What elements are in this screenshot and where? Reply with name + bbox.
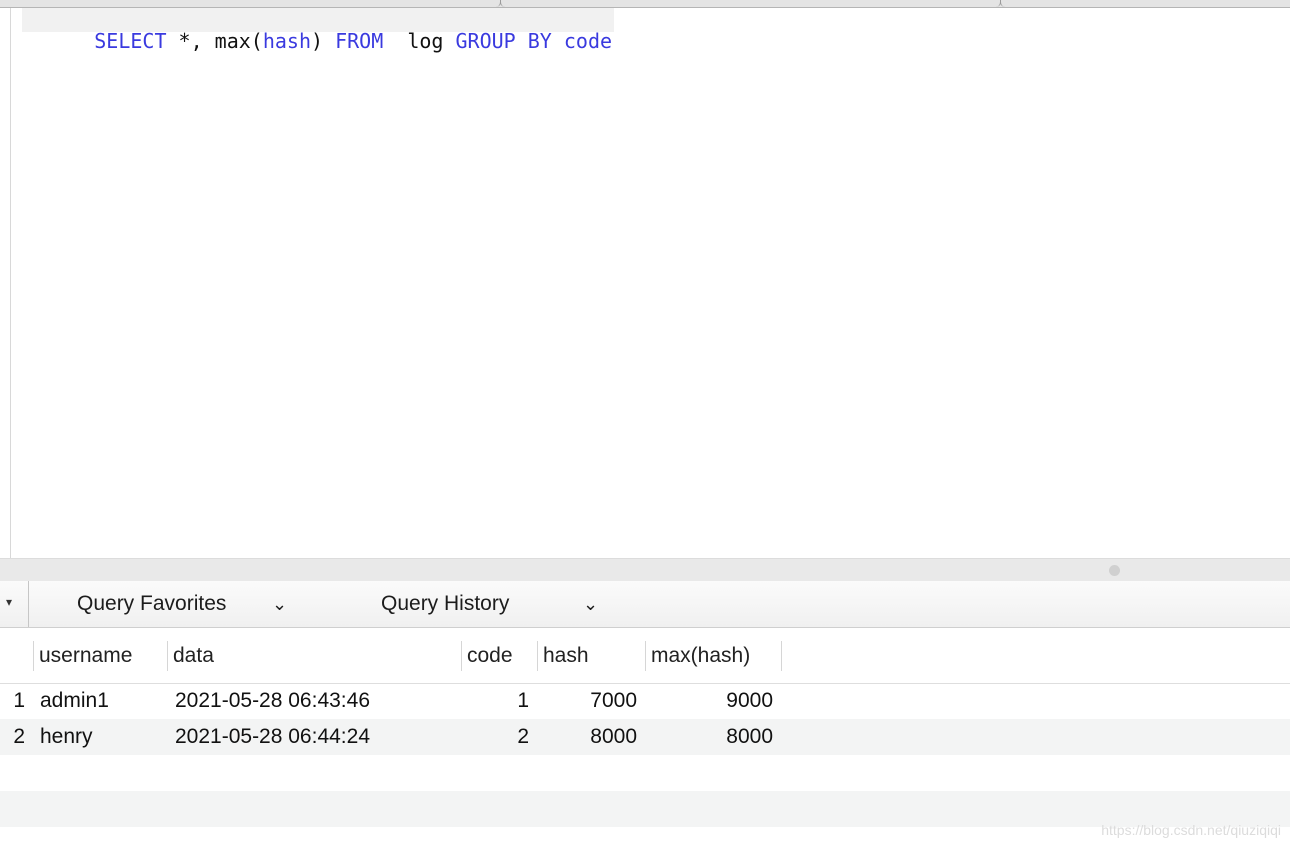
row-number: 2 [13, 725, 25, 748]
app-window: SELECT *, max(hash) FROM log GROUP BY co… [0, 0, 1290, 846]
table-row[interactable]: 1 admin1 2021-05-28 06:43:46 1 7000 9000 [0, 683, 1290, 719]
query-history-dropdown[interactable]: Query History ⌄ [381, 589, 611, 619]
dropdown-arrow-icon: ▾ [6, 595, 13, 609]
tab-edge[interactable] [500, 0, 511, 7]
tab-edge[interactable] [1000, 0, 1011, 7]
results-header: username data code hash max(hash) [0, 628, 1290, 684]
results-grid: username data code hash max(hash) 1 admi… [0, 628, 1290, 846]
column-header-max-hash[interactable]: max(hash) [645, 641, 782, 671]
cell-data[interactable]: 2021-05-28 06:44:24 [175, 719, 370, 755]
watermark: https://blog.csdn.net/qiuziqiqi [1101, 822, 1281, 838]
cell-hash[interactable]: 7000 [537, 683, 637, 719]
tab-strip [0, 0, 1290, 8]
query-bar: ▾ Query Favorites ⌄ Query History ⌄ [0, 581, 1290, 628]
sql-keyword-select: SELECT [94, 29, 167, 53]
cell-hash[interactable]: 8000 [537, 719, 637, 755]
cell-username[interactable]: admin1 [40, 683, 109, 719]
chevron-down-icon: ⌄ [583, 594, 599, 614]
column-header-data[interactable]: data [167, 641, 461, 671]
query-favorites-label: Query Favorites [77, 592, 227, 615]
query-menu-button[interactable]: ▾ [0, 581, 29, 627]
cell-code[interactable]: 2 [461, 719, 529, 755]
sql-query-line[interactable]: SELECT *, max(hash) FROM log GROUP BY co… [22, 8, 615, 52]
editor-gutter [0, 8, 11, 558]
sql-text: ) [311, 29, 336, 53]
sql-identifier-code: code [563, 29, 613, 53]
sql-editor[interactable]: SELECT *, max(hash) FROM log GROUP BY co… [0, 8, 1290, 558]
sql-text: *, max( [166, 29, 263, 53]
pane-splitter[interactable] [0, 558, 1290, 582]
cell-code[interactable]: 1 [461, 683, 529, 719]
cell-username[interactable]: henry [40, 719, 93, 755]
query-history-label: Query History [381, 592, 510, 615]
sql-keyword-group-by: GROUP BY [455, 29, 552, 53]
cell-data[interactable]: 2021-05-28 06:43:46 [175, 683, 370, 719]
cell-max-hash[interactable]: 9000 [645, 683, 773, 719]
sql-identifier-hash: hash [262, 29, 311, 53]
sql-text: log [383, 29, 456, 53]
empty-row-band [0, 791, 1290, 827]
column-header-username[interactable]: username [33, 641, 167, 671]
chevron-down-icon: ⌄ [272, 594, 288, 614]
cell-max-hash[interactable]: 8000 [645, 719, 773, 755]
splitter-handle[interactable] [1109, 565, 1120, 576]
column-header-hash[interactable]: hash [537, 641, 645, 671]
query-favorites-dropdown[interactable]: Query Favorites ⌄ [77, 589, 297, 619]
row-number: 1 [13, 689, 25, 712]
column-header-code[interactable]: code [461, 641, 537, 671]
table-row[interactable]: 2 henry 2021-05-28 06:44:24 2 8000 8000 [0, 719, 1290, 755]
sql-keyword-from: FROM [335, 29, 384, 53]
